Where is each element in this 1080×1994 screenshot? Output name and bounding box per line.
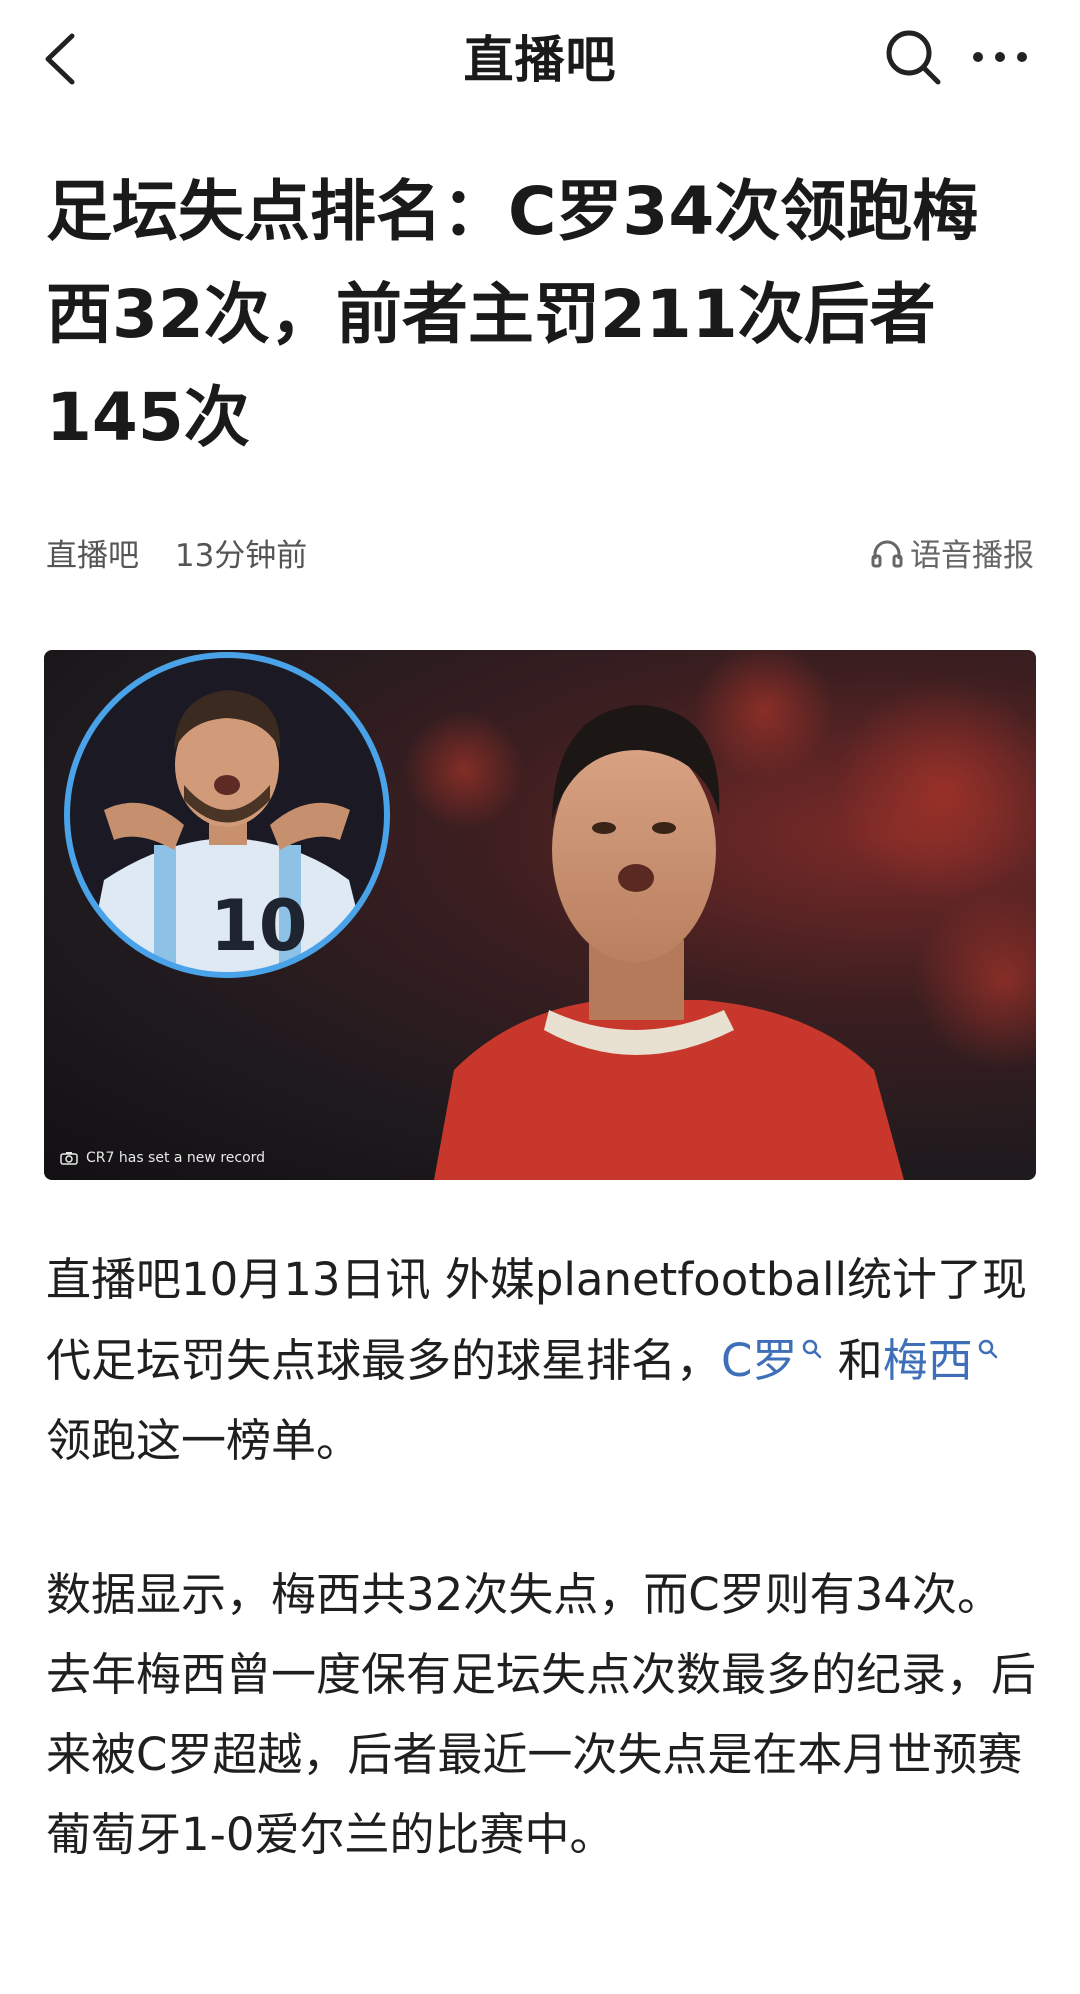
back-button[interactable]	[30, 22, 94, 96]
tts-label: 语音播报	[910, 538, 1034, 574]
more-dots-icon	[973, 52, 1027, 62]
article-source[interactable]: 直播吧	[46, 538, 139, 574]
more-button[interactable]	[962, 22, 1042, 92]
entity-link-meixi[interactable]: 梅西	[883, 1334, 999, 1387]
jersey-number: 10	[210, 885, 307, 967]
search-icon	[886, 30, 941, 85]
search-tag-icon	[977, 1320, 999, 1400]
top-nav-bar: 直播吧	[0, 0, 1080, 118]
chevron-left-icon	[45, 33, 75, 85]
entity-link-meixi-label: 梅西	[882, 1334, 973, 1387]
entity-link-cluo-label: C罗	[721, 1334, 798, 1387]
tts-button[interactable]: 语音播报	[870, 530, 1034, 575]
entity-link-cluo[interactable]: C罗	[721, 1334, 823, 1387]
headphones-icon	[871, 540, 903, 567]
article-image[interactable]: 10 CR7 has set a new record	[44, 650, 1036, 1180]
caption-text: CR7 has set a new record	[86, 1150, 266, 1166]
article-time: 13分钟前	[174, 538, 308, 574]
image-caption: CR7 has set a new record	[60, 1150, 265, 1166]
article-headline: 足坛失点排名：C罗34次领跑梅西32次，前者主罚211次后者145次	[46, 173, 979, 456]
p1-text-after: 领跑这一榜单。	[46, 1414, 362, 1467]
p1-text-middle: 和	[823, 1334, 883, 1387]
search-button[interactable]	[878, 22, 948, 92]
article-paragraph-1: 直播吧10月13日讯 外媒planetfootball统计了现代足坛罚失点球最多…	[46, 1240, 1036, 1481]
article-meta: 直播吧 13分钟前	[46, 530, 333, 575]
player-photo: 10	[64, 650, 1036, 1180]
camera-icon	[60, 1152, 78, 1165]
search-tag-icon	[801, 1320, 823, 1400]
article-paragraph-2: 数据显示，梅西共32次失点，而C罗则有34次。去年梅西曾一度保有足坛失点次数最多…	[46, 1568, 1037, 1861]
